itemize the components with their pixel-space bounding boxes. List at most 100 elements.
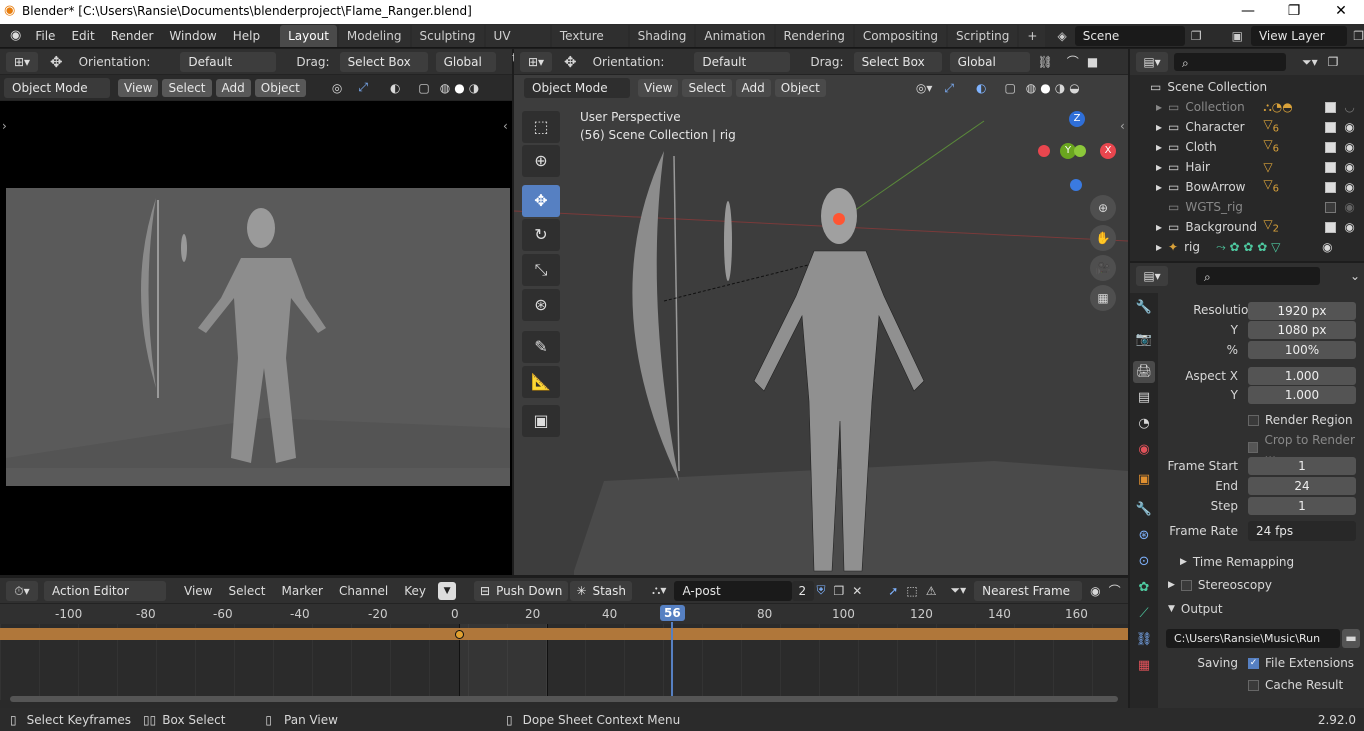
tab-sculpting[interactable]: Sculpting [411, 24, 484, 47]
view-layer-field[interactable]: View Layer [1250, 25, 1348, 46]
gizmo-neg-y[interactable] [1074, 145, 1086, 157]
horizontal-scrollbar[interactable] [10, 696, 1118, 702]
move-tool-icon[interactable]: ✥ [564, 53, 577, 71]
tab-rendering[interactable]: Rendering [775, 24, 853, 47]
outliner-item-background[interactable]: ▸ ▭ Background ▽2 ◉ [1130, 217, 1364, 237]
render-tab-icon[interactable]: 📷 [1133, 329, 1155, 351]
outliner-search-input[interactable]: ⌕ [1174, 53, 1286, 71]
minimize-button[interactable]: — [1225, 0, 1271, 24]
output-tab-icon[interactable]: 🖨 [1133, 361, 1155, 383]
folder-icon[interactable]: ▬ [1342, 629, 1360, 648]
aspect-x-field[interactable]: 1.000 [1248, 367, 1356, 385]
menu-render[interactable]: Render [103, 24, 162, 48]
editor-type-icon[interactable]: ⊞▾ [6, 51, 38, 72]
drag-dropdown[interactable]: Select Box [853, 51, 942, 72]
proportional-icon[interactable]: ■ [1087, 55, 1098, 69]
menu-select[interactable]: Select [682, 79, 732, 97]
tab-texture-paint[interactable]: Texture Paint [551, 24, 628, 65]
fake-user-shield-icon[interactable]: ⛨ [816, 583, 825, 598]
properties-search-input[interactable]: ⌕ [1196, 267, 1320, 285]
new-scene-icon[interactable]: ❐ [1191, 29, 1202, 43]
frame-end-field[interactable]: 24 [1248, 477, 1356, 495]
select-box-tool-icon[interactable]: ⬚ [522, 111, 560, 143]
menu-file[interactable]: File [27, 24, 63, 48]
transform-dropdown[interactable]: Global [435, 51, 496, 72]
editor-type-icon[interactable]: ⊞▾ [520, 51, 552, 72]
wireframe-shading-icon[interactable]: ◍ [440, 81, 450, 95]
dopesheet-editor-type-icon[interactable]: ⏱▾ [6, 580, 38, 601]
object-data-tab-icon[interactable]: ✿ [1133, 577, 1155, 599]
tab-animation[interactable]: Animation [696, 24, 774, 47]
world-tab-icon[interactable]: ◉ [1133, 439, 1155, 461]
scene-collection-row[interactable]: ▭ Scene Collection [1150, 77, 1267, 97]
outliner-item-hair[interactable]: ▸ ▭ Hair ▽ ◉ [1130, 157, 1364, 177]
eye-icon[interactable]: ◡ [1344, 97, 1354, 117]
expand-sidebar-icon[interactable]: ‹ [503, 119, 508, 133]
close-button[interactable]: ✕ [1318, 0, 1364, 24]
gizmo-z-axis[interactable]: Z [1069, 111, 1085, 127]
frame-start-field[interactable]: 1 [1248, 457, 1356, 475]
tab-layout[interactable]: Layout [280, 24, 337, 47]
eye-icon[interactable]: ◉ [1344, 197, 1354, 217]
move-tool-button-icon[interactable]: ✥ [522, 185, 560, 217]
resolution-pct-field[interactable]: 100% [1248, 341, 1356, 359]
bone-tab-icon[interactable]: ⟋ [1133, 603, 1155, 625]
menu-object[interactable]: Object [254, 78, 306, 97]
tab-uv-editing[interactable]: UV Editing [485, 24, 550, 65]
include-checkbox[interactable] [1325, 201, 1337, 213]
dopesheet-menu-key[interactable]: Key [396, 579, 434, 603]
only-selected-icon[interactable]: ➚ [888, 584, 898, 598]
include-checkbox[interactable] [1325, 101, 1337, 113]
left-viewport-canvas[interactable] [0, 101, 512, 575]
eye-icon[interactable]: ◉ [1344, 117, 1354, 137]
drag-dropdown[interactable]: Select Box [339, 51, 428, 72]
outliner-item-bowarrow[interactable]: ▸ ▭ BowArrow ▽6 ◉ [1130, 177, 1364, 197]
menu-view[interactable]: View [118, 78, 159, 97]
resolution-x-field[interactable]: 1920 px [1248, 302, 1356, 320]
frame-ruler[interactable]: -100 -80 -60 -40 -20 0 20 40 80 100 120 … [0, 604, 1128, 624]
include-checkbox[interactable] [1325, 221, 1337, 233]
measure-tool-icon[interactable]: 📐 [522, 366, 560, 398]
orientation-dropdown[interactable]: Default [180, 51, 277, 72]
render-region-checkbox[interactable]: Render Region [1248, 413, 1353, 427]
push-down-button[interactable]: ⊟ Push Down [474, 580, 569, 601]
modifier-tab-icon[interactable]: 🔧 [1133, 499, 1155, 521]
orientation-dropdown[interactable]: Default [694, 51, 791, 72]
falloff-icon[interactable]: ⌒ [1109, 582, 1121, 599]
dopesheet-menu-channel[interactable]: Channel [331, 579, 396, 603]
material-shading-icon[interactable]: ◑ [1055, 81, 1065, 95]
rotate-tool-icon[interactable]: ↻ [522, 219, 560, 251]
outliner-item-wgts-rig[interactable]: ▭ WGTS_rig ◉ [1130, 197, 1364, 217]
show-hidden-icon[interactable]: ⬚ [906, 584, 917, 598]
constraint-tab-icon[interactable]: ⛓ [1133, 629, 1155, 651]
outliner-item-collection[interactable]: ▸ ▭ Collection ⛬◔◓ ◡ [1130, 97, 1364, 117]
keyframe-diamond[interactable] [455, 630, 464, 639]
eye-icon[interactable]: ◉ [1344, 157, 1354, 177]
outliner-item-rig[interactable]: ▸ ✦ rig ⤳ ✿ ✿ ✿ ▽ ◉ [1130, 237, 1364, 257]
tab-shading[interactable]: Shading [629, 24, 695, 47]
include-checkbox[interactable] [1325, 161, 1337, 173]
stereoscopy-panel[interactable]: ▶ Stereoscopy [1168, 578, 1272, 592]
action-icon[interactable]: ⛬▾ [652, 583, 666, 598]
include-checkbox[interactable] [1325, 121, 1337, 133]
filter-icon[interactable]: ⏷▾ [1302, 55, 1318, 70]
snap-dropdown[interactable]: Nearest Frame [974, 580, 1083, 601]
xray-icon[interactable]: ▢ [1004, 81, 1015, 95]
menu-add[interactable]: Add [735, 79, 771, 97]
menu-add[interactable]: Add [215, 78, 251, 97]
pan-hand-icon[interactable]: ✋ [1090, 225, 1116, 251]
object-tab-icon[interactable]: ▣ [1133, 469, 1155, 491]
scene-icon[interactable]: ◈ [1057, 29, 1066, 43]
solid-shading-icon[interactable]: ● [454, 81, 464, 95]
new-action-icon[interactable]: ❐ [833, 584, 844, 598]
move-tool-icon[interactable]: ✥ [50, 53, 63, 71]
output-panel[interactable]: ▼ Output [1168, 602, 1223, 616]
menu-edit[interactable]: Edit [63, 24, 102, 48]
gizmo-neg-z[interactable] [1070, 179, 1082, 191]
transform-tool-icon[interactable]: ⊛ [522, 289, 560, 321]
physics-tab-icon[interactable]: ⊙ [1133, 551, 1155, 573]
scene-tab-icon[interactable]: ◔ [1133, 413, 1155, 435]
gizmo-neg-x[interactable] [1038, 145, 1050, 157]
tab-compositing[interactable]: Compositing [854, 24, 947, 47]
menu-view[interactable]: View [638, 79, 679, 97]
